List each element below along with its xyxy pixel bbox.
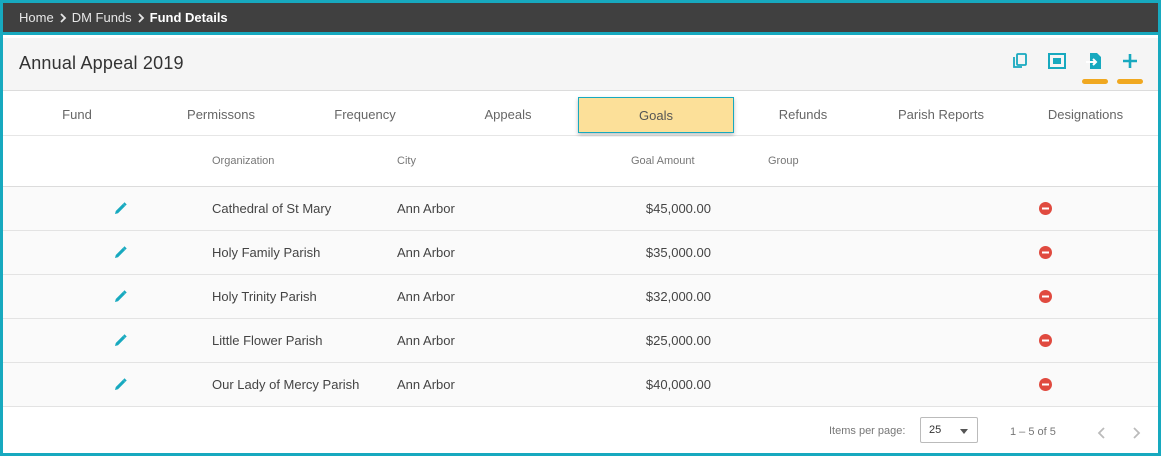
cell-organization: Cathedral of St Mary bbox=[212, 201, 332, 216]
page-size-value: 25 bbox=[929, 424, 942, 436]
column-header-city[interactable]: City bbox=[397, 155, 416, 167]
chevron-right-icon bbox=[57, 12, 69, 24]
cell-city: Ann Arbor bbox=[397, 377, 455, 392]
pencil-icon[interactable] bbox=[112, 377, 128, 393]
remove-circle-icon[interactable] bbox=[1039, 202, 1052, 215]
cell-city: Ann Arbor bbox=[397, 201, 455, 216]
chevron-right-icon bbox=[135, 12, 147, 24]
tab-parish-reports[interactable]: Parish Reports bbox=[871, 92, 1011, 136]
tab-designations[interactable]: Designations bbox=[1013, 92, 1158, 136]
tab-fund[interactable]: Fund bbox=[3, 92, 151, 136]
table-row: Our Lady of Mercy Parish Ann Arbor $40,0… bbox=[3, 363, 1158, 407]
plus-icon bbox=[1121, 52, 1139, 75]
chevron-right-icon bbox=[1133, 427, 1141, 439]
tab-frequency[interactable]: Frequency bbox=[291, 92, 439, 136]
remove-circle-icon[interactable] bbox=[1039, 378, 1052, 391]
table-header: Organization City Goal Amount Group bbox=[3, 137, 1158, 187]
pencil-icon[interactable] bbox=[112, 333, 128, 349]
cell-goal-amount: $35,000.00 bbox=[645, 245, 711, 260]
page-title: Annual Appeal 2019 bbox=[19, 53, 184, 73]
breadcrumb: Home DM Funds Fund Details bbox=[3, 3, 1158, 35]
column-header-goal-amount[interactable]: Goal Amount bbox=[631, 155, 695, 167]
cell-goal-amount: $32,000.00 bbox=[645, 289, 711, 304]
cell-organization: Holy Trinity Parish bbox=[212, 289, 317, 304]
page-size-select[interactable]: 25 bbox=[920, 417, 978, 443]
app-frame: Home DM Funds Fund Details Annual Appeal… bbox=[0, 0, 1161, 456]
table-row: Holy Trinity Parish Ann Arbor $32,000.00 bbox=[3, 275, 1158, 319]
column-header-organization[interactable]: Organization bbox=[212, 155, 274, 167]
remove-circle-icon[interactable] bbox=[1039, 334, 1052, 347]
tab-bar: Fund Permissons Frequency Appeals Goals … bbox=[3, 92, 1158, 136]
fit-screen-button[interactable] bbox=[1046, 52, 1068, 74]
cell-city: Ann Arbor bbox=[397, 289, 455, 304]
cell-organization: Little Flower Parish bbox=[212, 333, 323, 348]
page-header: Annual Appeal 2019 bbox=[3, 38, 1158, 91]
paginator: Items per page: 25 1 – 5 of 5 bbox=[3, 409, 1158, 453]
copy-icon bbox=[1011, 52, 1029, 75]
next-page-button[interactable] bbox=[1129, 426, 1143, 440]
cell-goal-amount: $45,000.00 bbox=[645, 201, 711, 216]
pencil-icon[interactable] bbox=[112, 201, 128, 217]
cell-goal-amount: $25,000.00 bbox=[645, 333, 711, 348]
column-header-group[interactable]: Group bbox=[768, 155, 799, 167]
copy-button[interactable] bbox=[1009, 52, 1031, 74]
remove-circle-icon[interactable] bbox=[1039, 290, 1052, 303]
cell-organization: Our Lady of Mercy Parish bbox=[212, 377, 360, 392]
table-row: Little Flower Parish Ann Arbor $25,000.0… bbox=[3, 319, 1158, 363]
page-range: 1 – 5 of 5 bbox=[1010, 426, 1056, 438]
tab-refunds[interactable]: Refunds bbox=[738, 92, 868, 136]
table-row: Cathedral of St Mary Ann Arbor $45,000.0… bbox=[3, 187, 1158, 231]
cell-goal-amount: $40,000.00 bbox=[645, 377, 711, 392]
active-underline bbox=[1117, 79, 1143, 84]
cell-city: Ann Arbor bbox=[397, 245, 455, 260]
breadcrumb-fund-details: Fund Details bbox=[149, 10, 228, 25]
tab-goals[interactable]: Goals bbox=[578, 97, 734, 133]
import-file-button[interactable] bbox=[1082, 51, 1108, 84]
chevron-left-icon bbox=[1097, 427, 1105, 439]
tab-appeals[interactable]: Appeals bbox=[439, 92, 577, 136]
tab-permissons[interactable]: Permissons bbox=[151, 92, 291, 136]
add-button[interactable] bbox=[1117, 52, 1143, 84]
cell-organization: Holy Family Parish bbox=[212, 245, 321, 260]
cell-city: Ann Arbor bbox=[397, 333, 455, 348]
breadcrumb-home[interactable]: Home bbox=[19, 10, 54, 25]
fit-screen-icon bbox=[1047, 52, 1067, 75]
remove-circle-icon[interactable] bbox=[1039, 246, 1052, 259]
pencil-icon[interactable] bbox=[112, 245, 128, 261]
caret-down-icon bbox=[960, 429, 968, 434]
active-underline bbox=[1082, 79, 1108, 84]
import-file-icon bbox=[1085, 51, 1105, 76]
pencil-icon[interactable] bbox=[112, 289, 128, 305]
items-per-page-label: Items per page: bbox=[829, 425, 906, 437]
table-row: Holy Family Parish Ann Arbor $35,000.00 bbox=[3, 231, 1158, 275]
previous-page-button[interactable] bbox=[1095, 426, 1109, 440]
breadcrumb-dm-funds[interactable]: DM Funds bbox=[72, 10, 132, 25]
